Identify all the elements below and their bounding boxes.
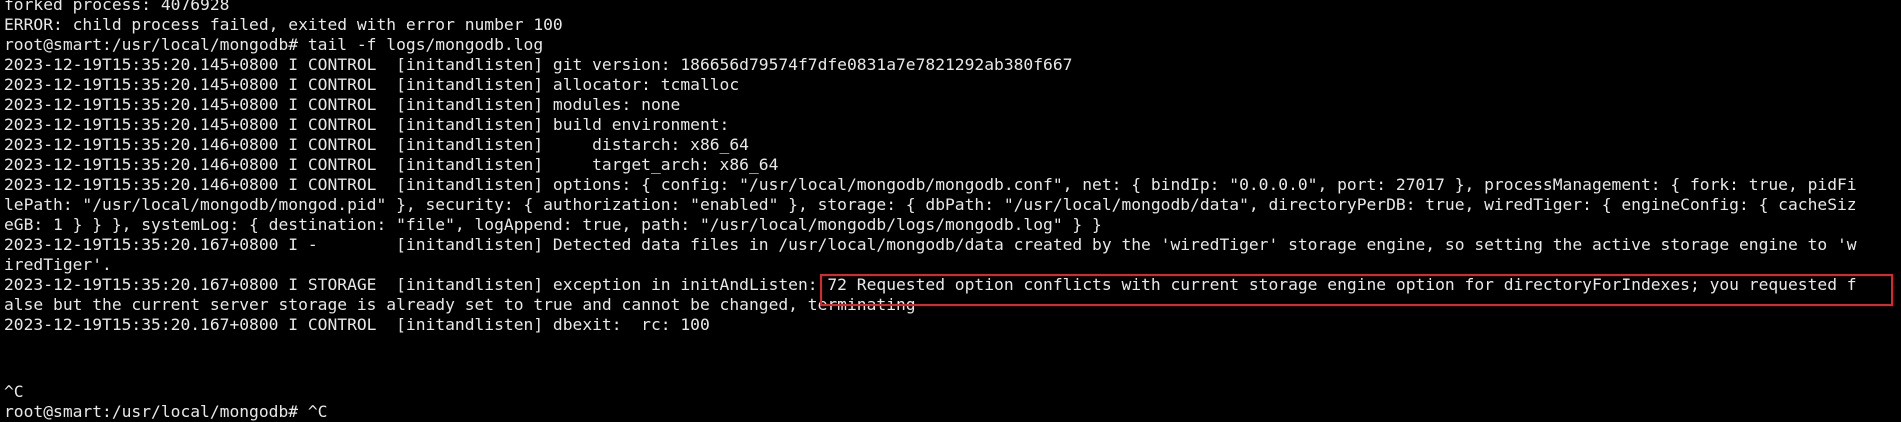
terminal-line: ^C [4, 382, 24, 401]
terminal-line: forked process: 4076928 [4, 0, 230, 14]
terminal-prompt-line[interactable]: root@smart:/usr/local/mongodb# ^C [4, 402, 327, 422]
terminal-line: eGB: 1 } } }, systemLog: { destination: … [4, 215, 1102, 234]
terminal-line: 2023-12-19T15:35:20.146+0800 I CONTROL [… [4, 175, 1857, 194]
terminal-line: 2023-12-19T15:35:20.167+0800 I STORAGE [… [4, 275, 1857, 294]
terminal-window[interactable]: forked process: 4076928 ERROR: child pro… [0, 0, 1901, 422]
terminal-line: iredTiger'. [4, 255, 112, 274]
terminal-line: 2023-12-19T15:35:20.145+0800 I CONTROL [… [4, 115, 730, 134]
terminal-line: ERROR: child process failed, exited with… [4, 15, 563, 34]
terminal-line: lePath: "/usr/local/mongodb/mongod.pid" … [4, 195, 1857, 214]
terminal-line: alse but the current server storage is a… [4, 295, 916, 314]
terminal-line: root@smart:/usr/local/mongodb# tail -f l… [4, 35, 544, 54]
terminal-line: 2023-12-19T15:35:20.145+0800 I CONTROL [… [4, 55, 1073, 74]
terminal-line: 2023-12-19T15:35:20.167+0800 I - [initan… [4, 235, 1857, 254]
terminal-line: 2023-12-19T15:35:20.145+0800 I CONTROL [… [4, 75, 740, 94]
terminal-line: 2023-12-19T15:35:20.146+0800 I CONTROL [… [4, 135, 749, 154]
terminal-line: 2023-12-19T15:35:20.146+0800 I CONTROL [… [4, 155, 779, 174]
terminal-line: 2023-12-19T15:35:20.145+0800 I CONTROL [… [4, 95, 681, 114]
terminal-line: 2023-12-19T15:35:20.167+0800 I CONTROL [… [4, 315, 710, 334]
